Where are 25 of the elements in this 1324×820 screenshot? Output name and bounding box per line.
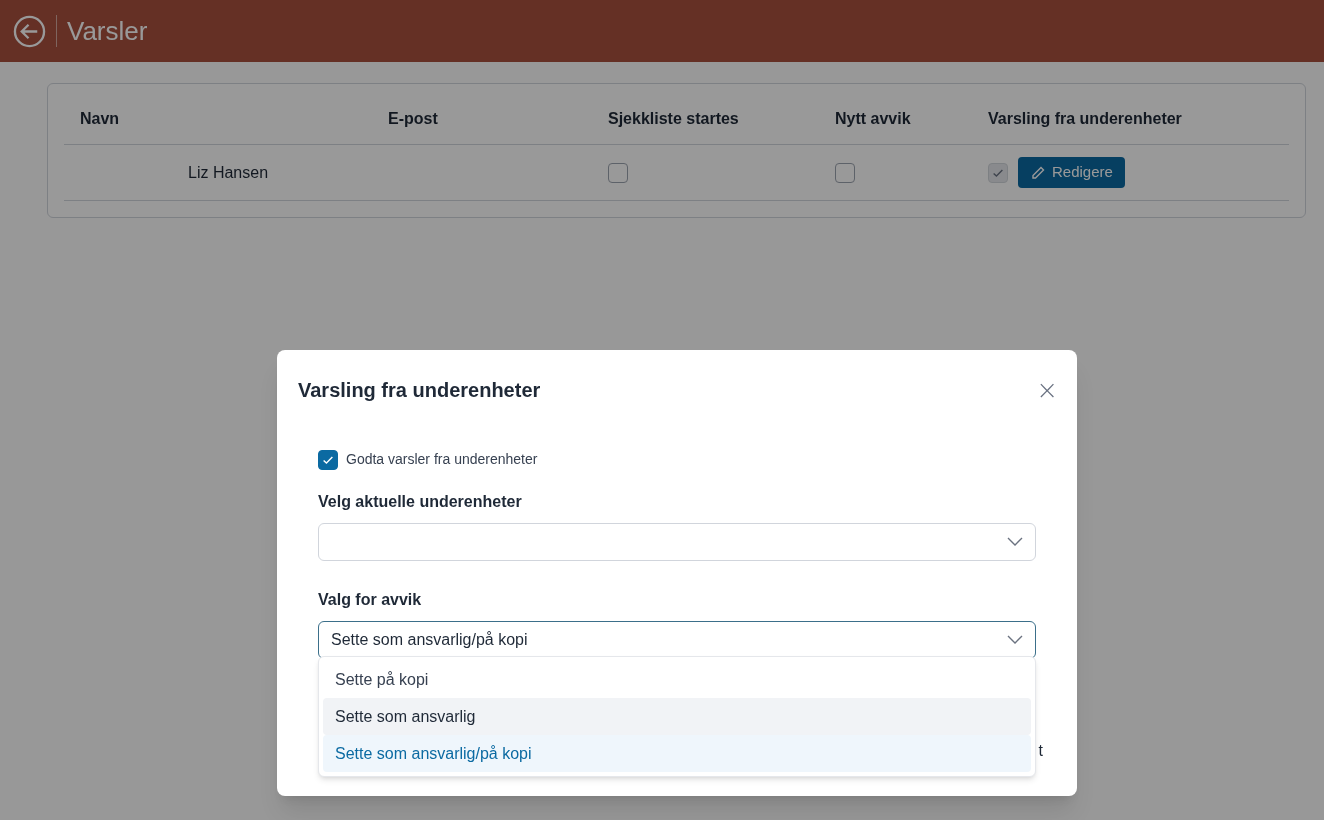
chevron-down-icon	[1007, 537, 1023, 547]
column-header: Navn	[80, 110, 120, 127]
modal-title: Varsling fra underenheter	[298, 378, 541, 403]
edit-button[interactable]: Redigere	[1018, 157, 1125, 188]
button-text: t	[1038, 741, 1043, 761]
checkbox[interactable]	[608, 162, 628, 183]
checkbox-label: Godta varsler fra underenheter	[346, 450, 538, 469]
table-cell: Liz Hansen	[188, 163, 269, 181]
column-header: E-post	[388, 110, 438, 127]
checkbox[interactable]	[835, 162, 855, 183]
field-label: Velg aktuelle underenheter	[318, 492, 522, 512]
dropdown-option[interactable]: Sette på kopi	[323, 661, 1031, 698]
close-button[interactable]: ×	[1036, 377, 1058, 403]
column-header: Varsling fra underenheter	[988, 110, 1182, 127]
dropdown-option[interactable]: Sette som ansvarlig/på kopi	[323, 735, 1031, 772]
select-field[interactable]	[318, 523, 1036, 561]
field-label: Valg for avvik	[318, 590, 422, 610]
dropdown-option[interactable]: Sette som ansvarlig	[323, 698, 1031, 735]
pencil-icon	[1030, 164, 1046, 181]
checkbox[interactable]	[318, 449, 338, 470]
column-header: Nytt avvik	[835, 110, 911, 127]
page-title: Varsler	[67, 14, 148, 48]
chevron-down-icon	[1007, 635, 1023, 645]
column-header: Sjekkliste startes	[608, 110, 739, 127]
back-icon[interactable]	[13, 14, 46, 48]
